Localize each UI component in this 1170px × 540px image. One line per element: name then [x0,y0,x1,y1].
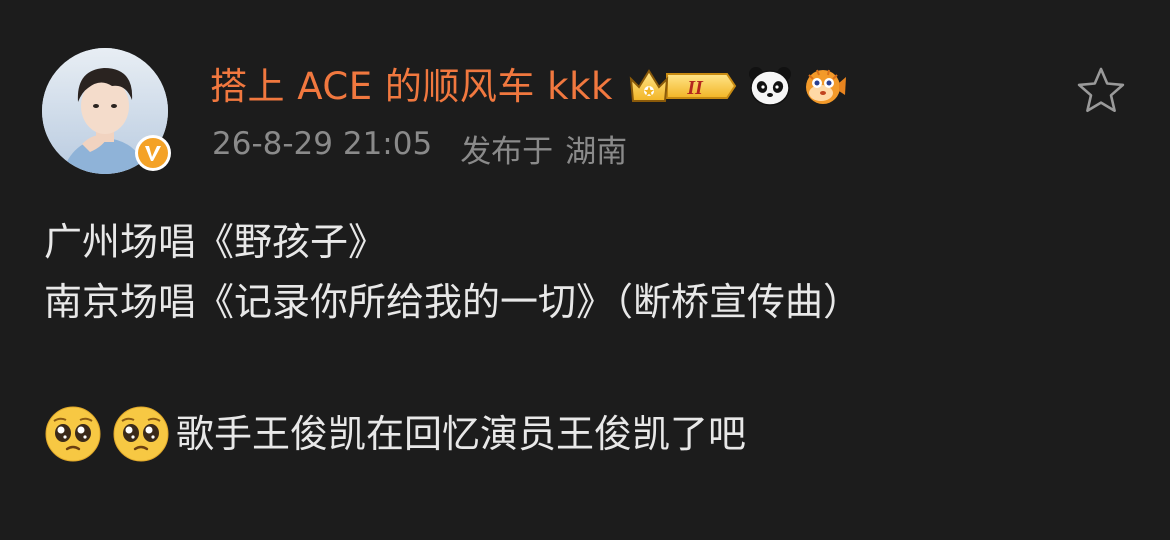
panda-icon [748,67,791,106]
crown-level-badge-icon[interactable]: II [627,65,739,107]
location-prefix: 发布于 [460,134,554,170]
pleading-face-emoji-icon [45,406,101,462]
content-text: 歌手王俊凯在回忆演员王俊凯了吧 [176,412,747,456]
post-location: 湖南 [565,134,628,170]
pleading-face-emoji-icon [113,406,169,462]
content-line: 歌手王俊凯在回忆演员王俊凯了吧 [44,404,861,464]
avatar[interactable] [42,48,171,174]
author-name[interactable]: 搭上 ACE 的顺风车 kkk [210,68,613,105]
post-content: 广州场唱《野孩子》 南京场唱《记录你所给我的一切》（断桥宣传曲） 歌手王俊凯在回… [44,212,861,464]
level-text: II [686,77,704,99]
weibo-post: 搭上 ACE 的顺风车 kkk II 26-8-29 21:05 发布于 湖南 … [0,0,1170,540]
author-badges: II [627,65,847,107]
author-row: 搭上 ACE 的顺风车 kkk II [210,58,847,114]
content-line: 广州场唱《野孩子》 [44,220,387,264]
star-outline-icon[interactable] [1074,64,1128,118]
verified-v-icon [135,135,171,171]
post-timestamp: 26-8-29 21:05 [212,126,433,162]
pufferfish-icon [805,69,846,104]
content-line: 南京场唱《记录你所给我的一切》（断桥宣传曲） [44,280,862,324]
post-meta: 26-8-29 21:05 发布于 湖南 [212,126,627,171]
